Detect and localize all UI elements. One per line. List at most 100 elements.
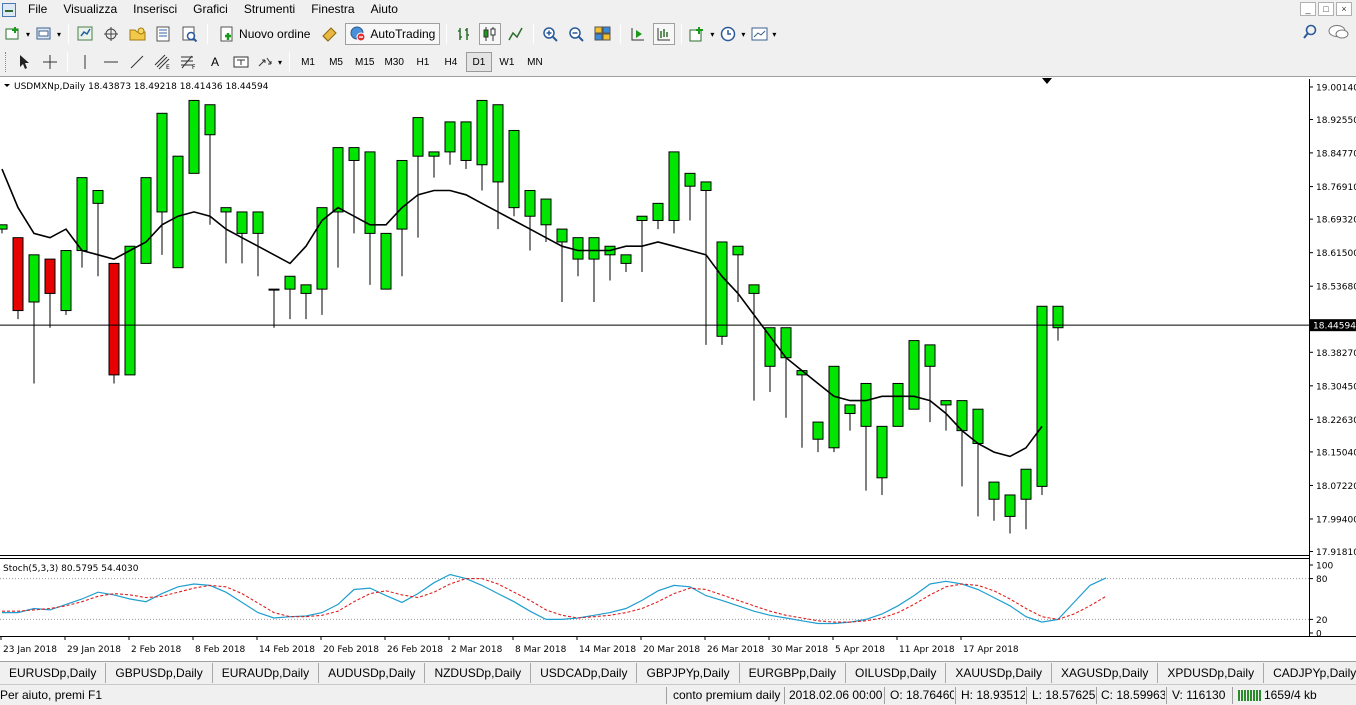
cursor-tool-button[interactable] <box>13 51 35 73</box>
vertical-line-button[interactable] <box>74 51 96 73</box>
menu-window[interactable]: Finestra <box>303 0 362 19</box>
autotrading-label: AutoTrading <box>370 27 436 41</box>
timeframe-w1[interactable]: W1 <box>494 52 520 72</box>
auto-scroll-button[interactable] <box>627 23 649 45</box>
chart-tab[interactable]: OILUSDp,Daily <box>846 662 947 683</box>
crosshair-tool-button[interactable] <box>39 51 61 73</box>
timeframe-m1[interactable]: M1 <box>295 52 321 72</box>
text-tool-button[interactable]: A <box>204 51 226 73</box>
chat-icon[interactable] <box>1328 24 1350 40</box>
timeframe-m15[interactable]: M15 <box>351 52 378 72</box>
zoom-in-icon <box>543 27 559 42</box>
candle-body <box>908 340 920 410</box>
horizontal-line-icon <box>104 61 118 63</box>
price-tick-label: 18.22630 <box>1316 416 1356 426</box>
candle-body <box>380 232 392 290</box>
menu-tools[interactable]: Strumenti <box>236 0 303 19</box>
candle-body <box>1004 494 1016 517</box>
menu-charts[interactable]: Grafici <box>185 0 236 19</box>
text-label-button[interactable] <box>230 51 252 73</box>
date-tick-label: 5 Apr 2018 <box>835 645 885 655</box>
candlestick-chart-button[interactable] <box>479 23 502 45</box>
zoom-in-button[interactable] <box>540 23 562 45</box>
candle-body <box>348 147 360 161</box>
candle-body <box>60 250 72 312</box>
meta-editor-button[interactable] <box>319 23 341 45</box>
equidistant-channel-button[interactable]: E <box>152 51 174 73</box>
autotrading-button[interactable]: AutoTrading <box>345 23 441 45</box>
candle-body <box>28 254 40 303</box>
candle-body <box>636 215 648 222</box>
status-help-text: Per aiuto, premi F1 <box>0 688 103 702</box>
bar-chart-button[interactable] <box>453 23 475 45</box>
candle-body <box>588 237 600 260</box>
chart-shift-marker[interactable] <box>1042 78 1052 84</box>
line-chart-button[interactable] <box>505 23 527 45</box>
menu-help[interactable]: Aiuto <box>363 0 406 19</box>
horizontal-line-button[interactable] <box>100 51 122 73</box>
timeframe-mn[interactable]: MN <box>522 52 548 72</box>
price-chart[interactable]: 18.44594 19.00140 18.92550 18.84770 18.7691… <box>0 77 1356 662</box>
timeframe-h4[interactable]: H4 <box>438 52 464 72</box>
timeframe-d1[interactable]: D1 <box>465 52 492 72</box>
menu-file[interactable]: File <box>20 0 55 19</box>
chart-header: USDMXNp,Daily 18.43873 18.49218 18.41436… <box>14 82 269 92</box>
arrows-button[interactable]: ▾ <box>256 51 283 73</box>
chart-tab[interactable]: AUDUSDp,Daily <box>319 662 426 683</box>
chart-tab[interactable]: XPDUSDp,Daily <box>1158 662 1265 683</box>
chart-tab[interactable]: GBPUSDp,Daily <box>106 662 213 683</box>
indicators-button[interactable]: ▾ <box>688 23 715 45</box>
periods-button[interactable]: ▾ <box>719 23 746 45</box>
terminal-button[interactable] <box>153 23 175 45</box>
bar-chart-icon <box>458 28 470 40</box>
new-order-button[interactable]: Nuovo ordine <box>214 23 315 45</box>
close-button[interactable]: × <box>1336 2 1352 16</box>
status-separator <box>955 687 956 704</box>
candle-body <box>812 421 824 440</box>
tile-windows-button[interactable] <box>592 23 614 45</box>
stochastic-tick-label: 80 <box>1316 575 1328 585</box>
candle-body <box>556 228 568 243</box>
restore-button[interactable]: □ <box>1318 2 1334 16</box>
status-close: C: 18.59963 <box>1101 688 1165 702</box>
price-tick-label: 17.99400 <box>1316 515 1356 525</box>
chart-tab[interactable]: EURUSDp,Daily <box>0 662 107 683</box>
symbol-menu-arrow-icon[interactable] <box>4 84 10 87</box>
chart-tab[interactable]: EURAUDp,Daily <box>213 662 320 683</box>
status-volume: V: 116130 <box>1172 688 1226 702</box>
chart-tab[interactable]: USDCADp,Daily <box>531 662 638 683</box>
zoom-out-button[interactable] <box>566 23 588 45</box>
menu-view[interactable]: Visualizza <box>55 0 125 19</box>
fibonacci-button[interactable]: F <box>178 51 200 73</box>
candle-body <box>252 211 264 234</box>
market-watch-button[interactable] <box>75 23 97 45</box>
trendline-button[interactable] <box>126 51 148 73</box>
chart-tab[interactable]: CADJPYp,Daily <box>1264 663 1356 683</box>
chart-tab[interactable]: XAUUSDp,Daily <box>946 662 1053 683</box>
new-chart-button[interactable]: ▾ <box>4 23 31 45</box>
data-window-button[interactable] <box>101 23 123 45</box>
menu-insert[interactable]: Inserisci <box>125 0 185 19</box>
search-icon[interactable] <box>1302 24 1318 40</box>
timeframe-m30[interactable]: M30 <box>380 52 407 72</box>
date-tick-label: 17 Apr 2018 <box>963 645 1019 655</box>
chart-tab[interactable]: XAGUSDp,Daily <box>1052 662 1159 683</box>
timeframe-m5[interactable]: M5 <box>323 52 349 72</box>
candle-body <box>572 237 584 260</box>
candle-body <box>492 104 504 183</box>
timeframe-h1[interactable]: H1 <box>410 52 436 72</box>
chart-tab[interactable]: NZDUSDp,Daily <box>425 662 532 683</box>
drawing-toolbar: E F A ▾ M1 M5 M15 M30 H1 H4 D1 W1 MN <box>0 49 1356 75</box>
chart-tab[interactable]: EURGBPp,Daily <box>740 662 846 683</box>
profiles-button[interactable]: ▾ <box>35 23 62 45</box>
window-controls: _ □ × <box>1300 2 1352 16</box>
chart-shift-button[interactable] <box>653 23 676 45</box>
chart-tab[interactable]: GBPJPYp,Daily <box>637 662 740 683</box>
price-tick-label: 18.61500 <box>1316 249 1356 259</box>
strategy-tester-button[interactable] <box>179 23 201 45</box>
minimize-button[interactable]: _ <box>1300 2 1316 16</box>
chart-window[interactable]: 18.44594 19.00140 18.92550 18.84770 18.7691… <box>0 76 1356 661</box>
navigator-button[interactable] <box>127 23 149 45</box>
templates-button[interactable]: ▾ <box>750 23 777 45</box>
status-datetime: 2018.02.06 00:00 <box>789 688 883 702</box>
